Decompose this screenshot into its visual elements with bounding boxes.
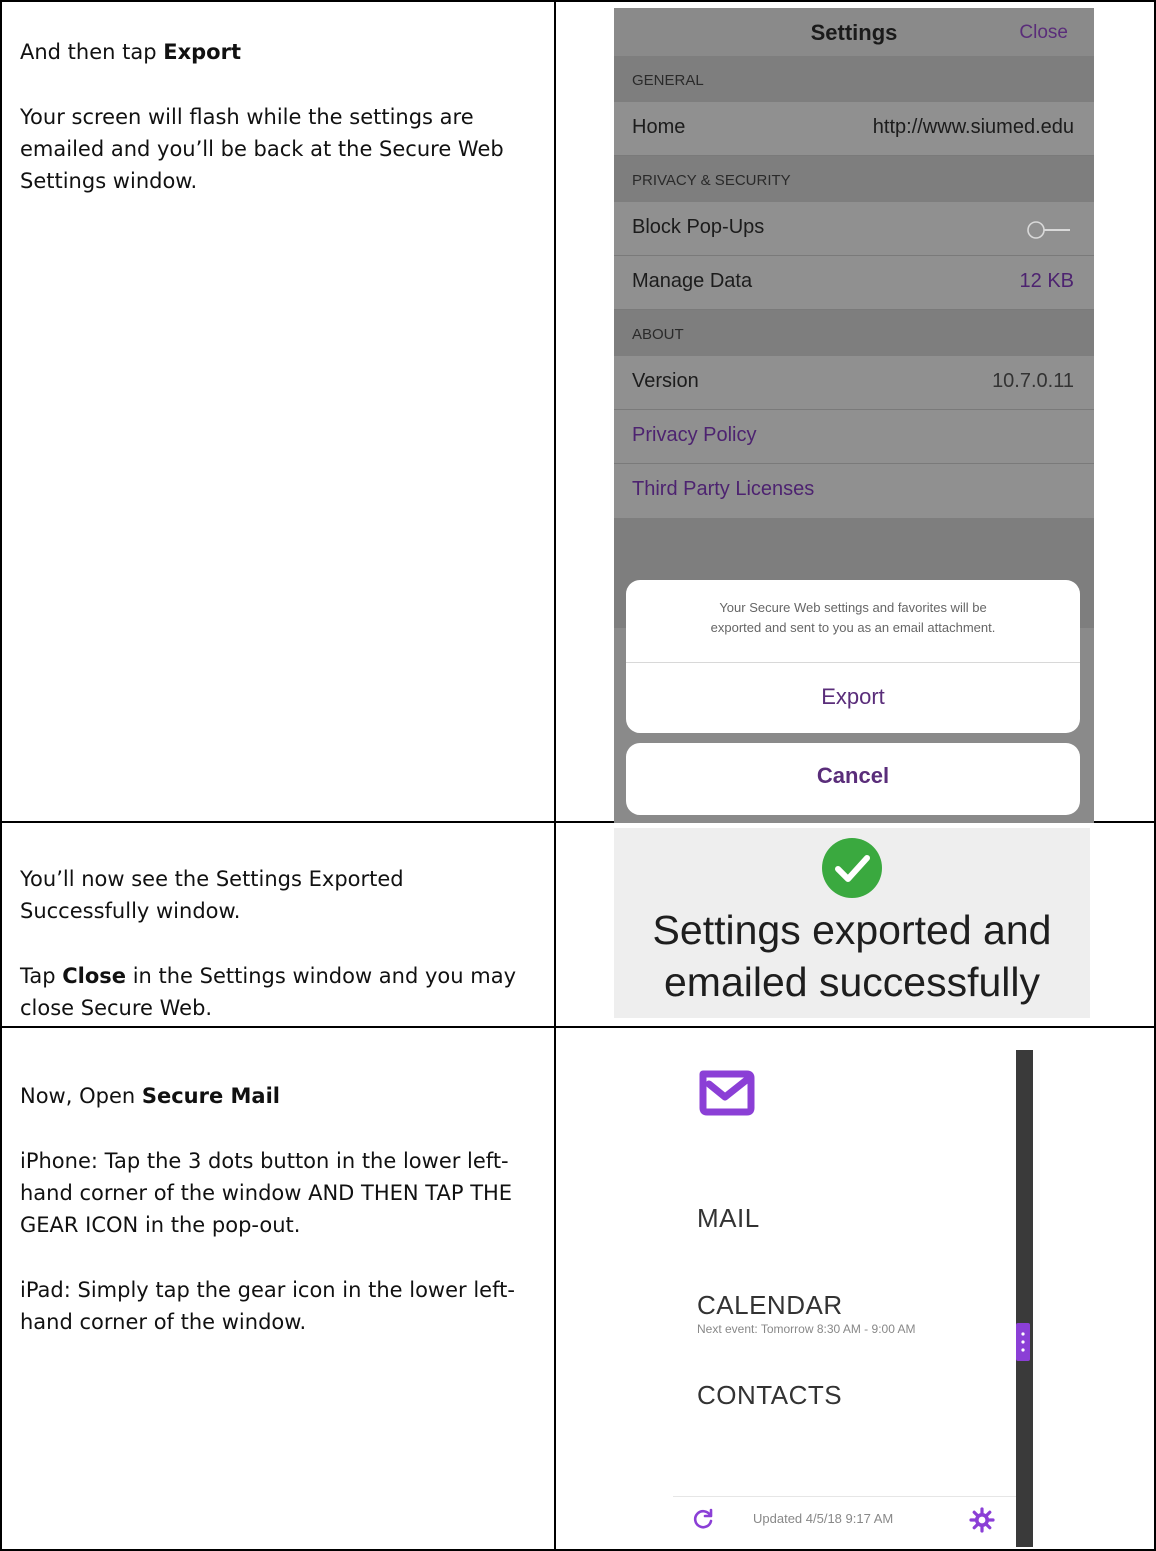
secure-mail-logo-icon: [699, 1070, 755, 1116]
row-3-paragraph-2: iPhone: Tap the 3 dots button in the low…: [20, 1149, 513, 1237]
export-sheet-message-line-2: exported and sent to you as an email att…: [710, 620, 996, 635]
home-url-value: http://www.siumed.edu: [872, 116, 1074, 138]
export-button[interactable]: Export: [626, 684, 1080, 710]
row-1-paragraph-1: And then tap Export: [20, 40, 241, 64]
drawer-footer: Updated 4/5/18 9:17 AM: [673, 1496, 1016, 1543]
secure-mail-screenshot: MAIL CALENDAR Next event: Tomorrow 8:30 …: [673, 1050, 1033, 1547]
settings-header: Settings Close: [614, 8, 1094, 56]
success-message-line-1: Settings exported and: [652, 907, 1052, 953]
row-1-text-cell: And then tap Export Your screen will fla…: [0, 0, 556, 823]
export-sheet-message-line-1: Your Secure Web settings and favorites w…: [719, 600, 987, 615]
menu-item-contacts[interactable]: CONTACTS: [697, 1380, 842, 1411]
block-popups-row: Block Pop-Ups: [614, 202, 1094, 256]
row-2-paragraph-1: You’ll now see the Settings Exported Suc…: [20, 867, 404, 923]
calendar-next-event: Next event: Tomorrow 8:30 AM - 9:00 AM: [697, 1322, 916, 1336]
export-action-sheet: Your Secure Web settings and favorites w…: [626, 580, 1080, 733]
gear-icon[interactable]: [969, 1507, 995, 1533]
settings-screenshot: Settings Close GENERAL Home http://www.s…: [614, 8, 1094, 823]
export-success-panel: Settings exported and emailed successful…: [614, 828, 1090, 1018]
export-sheet-message: Your Secure Web settings and favorites w…: [626, 598, 1080, 638]
row-3-paragraph-1: Now, Open Secure Mail: [20, 1084, 280, 1108]
section-general: GENERAL: [614, 56, 1094, 102]
drawer-handle-button[interactable]: [1016, 1323, 1030, 1361]
success-message-line-2: emailed successfully: [664, 959, 1040, 1005]
manage-data-row[interactable]: Manage Data 12 KB: [614, 256, 1094, 310]
cancel-sheet: Cancel: [626, 743, 1080, 815]
privacy-policy-row[interactable]: Privacy Policy: [614, 410, 1094, 464]
version-label: Version: [632, 370, 699, 392]
third-party-licenses-link[interactable]: Third Party Licenses: [632, 478, 814, 501]
block-popups-label: Block Pop-Ups: [632, 216, 765, 238]
close-button[interactable]: Close: [1019, 22, 1068, 44]
row-1-paragraph-2: Your screen will flash while the setting…: [20, 105, 504, 193]
version-value: 10.7.0.11: [992, 370, 1074, 392]
cancel-button[interactable]: Cancel: [626, 763, 1080, 789]
section-about: ABOUT: [614, 310, 1094, 356]
manage-data-label: Manage Data: [632, 270, 753, 292]
row-3-text-cell: Now, Open Secure Mail iPhone: Tap the 3 …: [0, 1026, 556, 1551]
row-3-paragraph-3: iPad: Simply tap the gear icon in the lo…: [20, 1278, 515, 1334]
success-message: Settings exported and emailed successful…: [614, 904, 1090, 1008]
secure-mail-drawer: MAIL CALENDAR Next event: Tomorrow 8:30 …: [673, 1050, 1016, 1547]
sheet-divider: [626, 662, 1080, 663]
row-2-text-cell: You’ll now see the Settings Exported Suc…: [0, 821, 556, 1028]
home-row[interactable]: Home http://www.siumed.edu: [614, 102, 1094, 156]
refresh-icon[interactable]: [691, 1507, 715, 1531]
row-2-paragraph-2: Tap Close in the Settings window and you…: [20, 964, 517, 1020]
updated-timestamp: Updated 4/5/18 9:17 AM: [753, 1511, 894, 1526]
success-check-icon: [822, 838, 882, 898]
home-label: Home: [632, 116, 686, 138]
third-party-row[interactable]: Third Party Licenses: [614, 464, 1094, 518]
manage-data-value: 12 KB: [1019, 270, 1074, 292]
menu-item-calendar[interactable]: CALENDAR: [697, 1290, 843, 1321]
version-row: Version 10.7.0.11: [614, 356, 1094, 410]
block-popups-toggle[interactable]: [1026, 220, 1070, 240]
privacy-policy-link[interactable]: Privacy Policy: [632, 424, 756, 447]
menu-item-mail[interactable]: MAIL: [697, 1203, 760, 1234]
section-privacy-security: PRIVACY & SECURITY: [614, 156, 1094, 202]
three-dots-icon: [1021, 1332, 1025, 1352]
